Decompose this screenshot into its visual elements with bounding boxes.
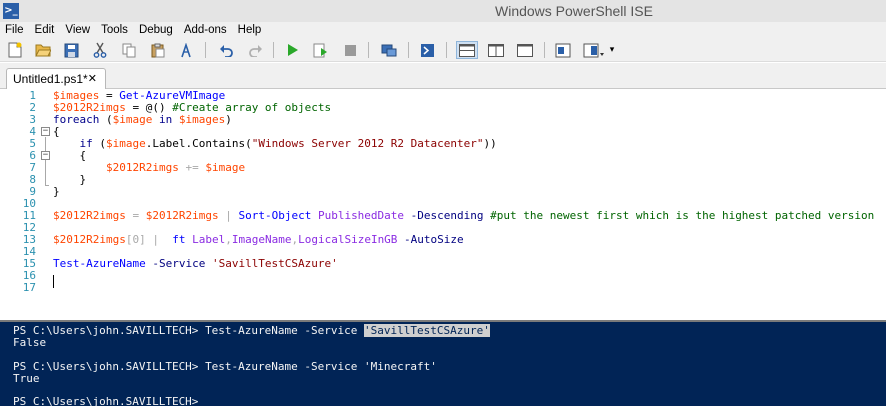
code-line-3: foreach ($image in $images) (53, 113, 232, 126)
layout-right-icon[interactable] (487, 41, 505, 59)
console-line-4: PS C:\Users\john.SAVILLTECH> Test-AzureN… (13, 360, 437, 373)
run-selection-icon[interactable] (311, 41, 329, 59)
console-prompt: PS C:\Users\john.SAVILLTECH> (13, 395, 199, 406)
code-line-5: if ($image.Label.Contains("Windows Serve… (53, 137, 497, 150)
undo-icon[interactable] (217, 41, 235, 59)
console-line-1: PS C:\Users\john.SAVILLTECH> Test-AzureN… (13, 324, 490, 337)
menu-tools[interactable]: Tools (101, 22, 135, 38)
save-icon[interactable] (62, 41, 80, 59)
console-pane[interactable]: PS C:\Users\john.SAVILLTECH> Test-AzureN… (0, 320, 886, 406)
layout-top-icon[interactable] (456, 41, 478, 59)
collapse-icon[interactable]: − (41, 127, 50, 136)
line-number-gutter: 1 2 3 4 5 6 7 8 9 10 11 12 13 14 15 16 1… (0, 89, 38, 320)
toolbar-separator (544, 42, 545, 58)
line-number: 17 (22, 281, 36, 294)
remote-icon[interactable] (380, 41, 398, 59)
stop-icon[interactable] (341, 41, 359, 59)
redo-icon[interactable] (246, 41, 264, 59)
menu-debug[interactable]: Debug (139, 22, 180, 38)
title-bar: >_ Windows PowerShell ISE (0, 0, 886, 22)
menu-edit[interactable]: Edit (35, 22, 62, 38)
toolbar-separator (205, 42, 206, 58)
toolbar-overflow-icon[interactable]: ▾ (607, 41, 617, 59)
toolbar-separator (368, 42, 369, 58)
code-line-9: } (53, 185, 60, 198)
menu-view[interactable]: View (65, 22, 97, 38)
layout-max-icon[interactable] (516, 41, 534, 59)
toolbar: ▾ (0, 38, 886, 62)
menu-file[interactable]: File (5, 22, 31, 38)
tab-untitled1[interactable]: Untitled1.ps1* ✕ (6, 68, 106, 90)
window-title: Windows PowerShell ISE (495, 3, 653, 19)
copy-icon[interactable] (120, 41, 138, 59)
console-line-2: False (13, 336, 47, 349)
powershell-app-icon: >_ (3, 3, 19, 19)
text-cursor (53, 275, 54, 288)
menu-help[interactable]: Help (238, 22, 269, 38)
fold-guide (45, 137, 46, 185)
powershell-icon[interactable] (418, 41, 436, 59)
script-editor[interactable]: 1 2 3 4 5 6 7 8 9 10 11 12 13 14 15 16 1… (0, 89, 886, 320)
fold-guide (45, 185, 49, 186)
paste-icon[interactable] (149, 41, 167, 59)
commands-icon[interactable] (554, 41, 572, 59)
collapse-icon[interactable]: − (41, 151, 50, 160)
code-line-13: $2012R2imgs[0] | ft Label,ImageName,Logi… (53, 233, 464, 246)
script-tab-strip: Untitled1.ps1* ✕ (0, 63, 886, 90)
toolbar-separator (408, 42, 409, 58)
code-line-11: $2012R2imgs = $2012R2imgs | Sort-Object … (53, 209, 875, 222)
new-icon[interactable] (6, 41, 24, 59)
run-icon[interactable] (283, 41, 301, 59)
open-icon[interactable] (34, 41, 52, 59)
code-line-15: Test-AzureName -Service 'SavillTestCSAzu… (53, 257, 338, 270)
clear-icon[interactable] (177, 41, 195, 59)
toolbar-separator (446, 42, 447, 58)
addon-icon[interactable] (582, 41, 606, 59)
cut-icon[interactable] (91, 41, 109, 59)
toolbar-separator (273, 42, 274, 58)
close-icon[interactable]: ✕ (88, 72, 97, 85)
console-line-5: True (13, 372, 40, 385)
menu-addons[interactable]: Add-ons (184, 22, 234, 38)
tab-label: Untitled1.ps1* (13, 72, 88, 86)
menu-bar: File Edit View Tools Debug Add-ons Help (0, 22, 886, 38)
